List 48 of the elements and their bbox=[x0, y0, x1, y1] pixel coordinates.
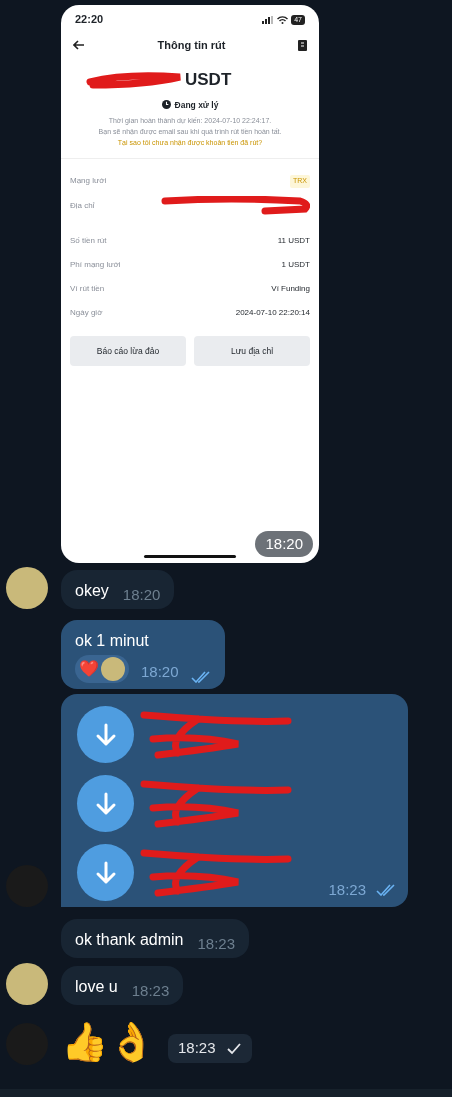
row-value: 11 USDT bbox=[277, 235, 310, 248]
row-label: Ví rút tiền bbox=[70, 283, 105, 296]
action-button[interactable]: Báo cáo lừa đảo bbox=[70, 336, 186, 367]
amount-unit: USDT bbox=[185, 69, 232, 91]
message-text: ok 1 minut bbox=[75, 631, 150, 651]
message-bubble[interactable]: ok 1 minut ❤ 18:20 bbox=[61, 620, 225, 689]
message-time: 18:20 bbox=[122, 584, 161, 605]
reaction-emoji: ❤ bbox=[79, 659, 99, 679]
row-label: Ngày giờ bbox=[70, 307, 103, 320]
row-label: Phí mạng lưới bbox=[70, 259, 121, 272]
message-time: 18:23 bbox=[328, 879, 366, 900]
emoji-message: 👍👌 bbox=[61, 1020, 155, 1065]
message-bubble[interactable]: love u 18:23 bbox=[61, 966, 184, 1005]
download-button[interactable] bbox=[77, 706, 134, 763]
document-icon[interactable] bbox=[298, 39, 307, 51]
message-time: 18:20 bbox=[141, 661, 179, 682]
reactor-avatar bbox=[101, 657, 125, 681]
screenshot-image[interactable] bbox=[61, 5, 319, 563]
message-time: 18:23 bbox=[131, 980, 170, 1001]
message-bubble[interactable]: ok thank admin 18:23 bbox=[61, 919, 250, 958]
download-button[interactable] bbox=[77, 775, 134, 832]
avatar[interactable] bbox=[6, 567, 48, 609]
row-label: Mạng lưới bbox=[70, 175, 107, 188]
download-button[interactable] bbox=[77, 844, 134, 901]
row-label: Địa chỉ bbox=[70, 200, 95, 213]
row-label: Số tiền rút bbox=[70, 235, 107, 248]
message-bubble[interactable]: okey 18:20 bbox=[61, 570, 175, 609]
page-title: Thông tin rút bbox=[157, 37, 226, 53]
message-text: love u bbox=[75, 977, 118, 997]
status-time: 22:20 bbox=[75, 12, 104, 28]
arrow-down-icon bbox=[94, 722, 117, 747]
wifi-icon bbox=[277, 15, 289, 24]
row-value: Ví Funding bbox=[271, 283, 310, 296]
row-value: 1 USDT bbox=[281, 259, 310, 272]
arrow-down-icon bbox=[94, 791, 117, 816]
message-time: 18:23 bbox=[197, 933, 236, 954]
signal-icon bbox=[262, 15, 275, 24]
clock-icon bbox=[161, 100, 171, 110]
message-text: okey bbox=[75, 581, 109, 601]
action-button[interactable]: Lưu địa chỉ bbox=[194, 336, 310, 367]
arrow-down-icon bbox=[94, 860, 117, 885]
status-label: Đang xử lý bbox=[174, 98, 219, 112]
message-text: ok thank admin bbox=[75, 930, 184, 950]
message-time: 18:23 bbox=[178, 1038, 216, 1059]
avatar[interactable] bbox=[6, 963, 48, 1005]
row-value: 2024-07-10 22:20:14 bbox=[235, 307, 310, 320]
back-arrow-icon[interactable] bbox=[73, 40, 85, 50]
message-time: 18:20 bbox=[255, 530, 313, 557]
